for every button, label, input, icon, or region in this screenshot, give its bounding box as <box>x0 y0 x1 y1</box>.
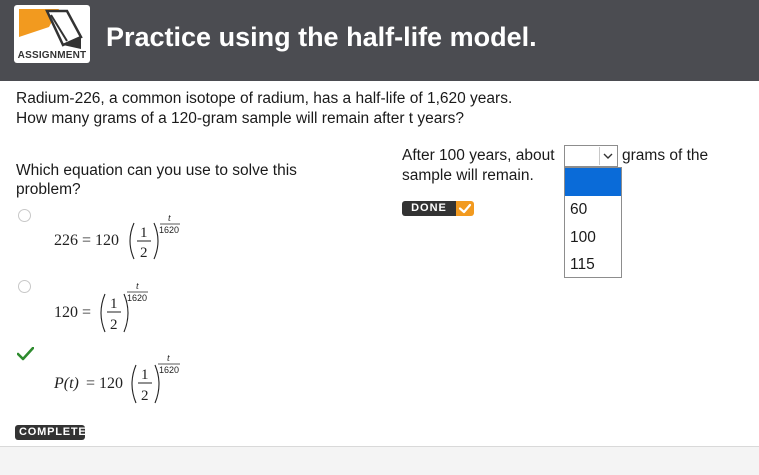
option-2-radio[interactable] <box>18 280 31 293</box>
checkmark-icon <box>17 347 34 361</box>
eq2-exp-num: t <box>136 282 139 292</box>
logo-label: ASSIGNMENT <box>17 50 87 61</box>
done-label: DONE <box>402 201 456 216</box>
eq1-coef: 120 <box>95 232 119 249</box>
complete-badge: COMPLETE <box>15 425 86 440</box>
question-text: Radium-226, a common isotope of radium, … <box>16 89 576 129</box>
eq2-den: 2 <box>110 317 118 333</box>
sentence-line-2: sample will remain. <box>402 167 534 184</box>
eq3-equals: = <box>86 375 95 392</box>
eq3-den: 2 <box>141 388 149 404</box>
check-box-icon <box>456 201 474 216</box>
eq3-num: 1 <box>141 367 149 383</box>
option-2-equation[interactable]: 120 = 1 2 t 1620 <box>52 282 172 336</box>
question-line-1: Radium-226, a common isotope of radium, … <box>16 90 513 107</box>
eq1-equals: = <box>82 232 91 249</box>
eq1-den: 2 <box>140 245 148 261</box>
eq3-lhs: P(t) <box>53 375 79 392</box>
question-line-2: How many grams of a 120-gram sample will… <box>16 110 464 127</box>
eq2-equals: = <box>82 304 91 321</box>
dropdown-option-blank[interactable] <box>565 168 621 196</box>
grams-dropdown-list: 60 100 115 <box>564 167 622 278</box>
eq2-lhs: 120 <box>54 304 78 321</box>
eq1-exp-num: t <box>168 213 171 224</box>
footer-bar <box>0 446 759 475</box>
assignment-logo: ASSIGNMENT <box>14 5 90 63</box>
dropdown-option[interactable]: 60 <box>570 200 587 220</box>
header-bar: ASSIGNMENT Practice using the half-life … <box>0 0 759 81</box>
eq3-coef: 120 <box>99 375 123 392</box>
eq1-num: 1 <box>140 225 148 241</box>
option-1-equation[interactable]: 226 = 120 1 2 t 1620 <box>52 212 192 264</box>
eq3-exp-den: 1620 <box>159 365 179 375</box>
grams-select[interactable] <box>564 145 618 167</box>
chevron-down-icon[interactable] <box>599 147 616 165</box>
option-3-equation[interactable]: P(t) = 120 1 2 t 1620 <box>52 352 192 406</box>
done-button[interactable]: DONE <box>402 201 474 216</box>
dropdown-option[interactable]: 100 <box>570 228 596 248</box>
pencil-logo-icon <box>19 9 83 49</box>
sentence-after-blank: grams of the <box>622 147 709 164</box>
sentence-before-blank: After 100 years, about <box>402 147 555 164</box>
eq2-num: 1 <box>110 296 118 312</box>
dropdown-option[interactable]: 115 <box>570 255 595 275</box>
page-title: Practice using the half-life model. <box>106 22 537 52</box>
eq1-lhs: 226 <box>54 232 78 249</box>
option-1-radio[interactable] <box>18 209 31 222</box>
eq3-exp-num: t <box>167 353 170 364</box>
eq2-exp-den: 1620 <box>127 293 147 303</box>
eq1-exp-den: 1620 <box>159 225 179 235</box>
equation-prompt: Which equation can you use to solve this… <box>16 162 297 198</box>
